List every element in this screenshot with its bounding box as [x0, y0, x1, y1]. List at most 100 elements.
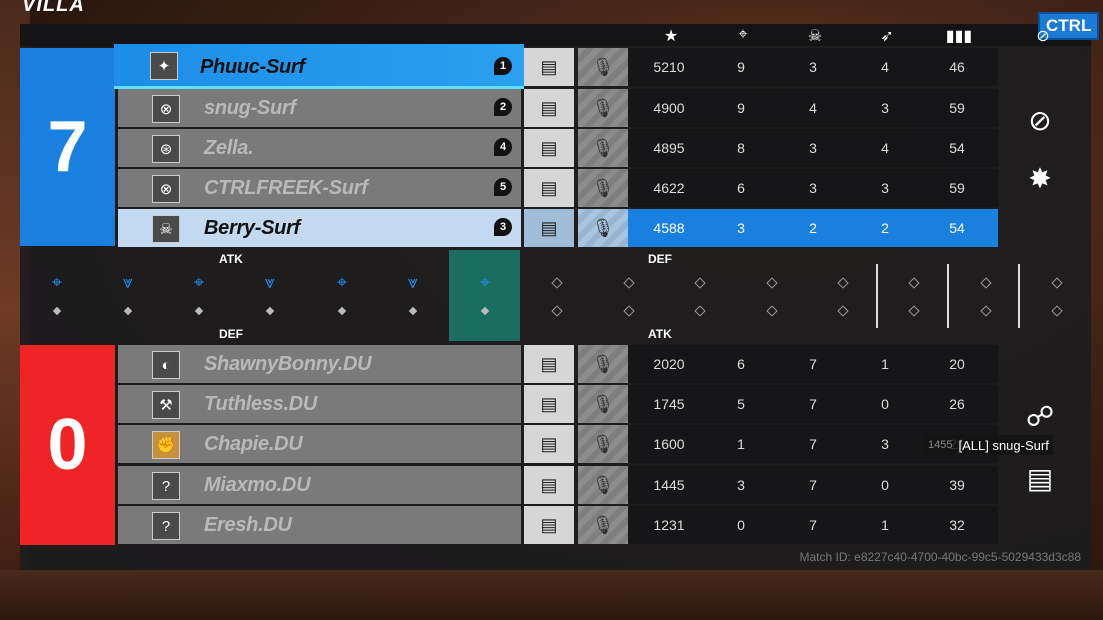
stat-kills: 3: [737, 477, 745, 493]
mic-muted-icon: 🎙: [591, 514, 615, 535]
chat-icon: ▤: [540, 353, 558, 374]
stat-assists: 0: [881, 477, 889, 493]
match-id: Match ID: e8227c40-4700-40bc-99c5-502943…: [799, 550, 1081, 564]
half-divider: [876, 264, 878, 328]
killfeed-message: 1455 [ALL] snug-Surf: [924, 435, 1053, 455]
stat-deaths: 4: [809, 100, 817, 116]
mute-button[interactable]: 🎙: [578, 385, 628, 423]
rank-badge: 1: [494, 57, 512, 75]
round-win-defuse-icon: ⩔: [122, 272, 134, 292]
stat-deaths: 7: [809, 436, 817, 452]
stat-score: 4588: [653, 220, 685, 236]
chat-button[interactable]: ▤: [524, 385, 574, 423]
player-name-cell: ☠ Berry-Surf 3: [118, 209, 521, 247]
future-round-marker: [908, 277, 920, 289]
operator-icon: ✊: [152, 431, 180, 459]
mic-muted-icon: 🎙: [591, 56, 615, 77]
stat-assists: 3: [881, 180, 889, 196]
stat-deaths: 7: [809, 356, 817, 372]
mute-button[interactable]: 🎙: [578, 345, 628, 383]
mute-button[interactable]: 🎙: [578, 48, 628, 86]
blue-player-row[interactable]: ⊗ CTRLFREEK-Surf 5 ▤ 🎙 4622 6 3 3 59: [118, 169, 998, 207]
chat-button[interactable]: ▤: [524, 48, 574, 86]
mute-button[interactable]: 🎙: [578, 506, 628, 544]
red-player-row[interactable]: ? Eresh.DU ▤ 🎙 1231 0 7 1 32: [118, 506, 998, 544]
player-stats: 1745 5 7 0 26: [628, 385, 998, 423]
overtime-divider: [947, 264, 949, 328]
round-loss-marker: [194, 306, 204, 316]
stat-kills: 9: [737, 59, 745, 75]
mic-muted-icon: 🎙: [591, 474, 615, 495]
stat-ping: 20: [949, 356, 965, 372]
stat-score: 4895: [653, 140, 685, 156]
chat-icon: ▤: [540, 474, 558, 495]
round-win-defuse-icon: ⩔: [407, 272, 419, 292]
chat-button[interactable]: ▤: [524, 345, 574, 383]
player-stats: 4622 6 3 3 59: [628, 169, 998, 207]
round-label-atk-bottom: ATK: [648, 327, 672, 341]
current-round-highlight: [449, 250, 520, 341]
chat-button[interactable]: ▤: [524, 89, 574, 127]
stat-ping: 46: [949, 59, 965, 75]
mute-button[interactable]: 🎙: [578, 129, 628, 167]
chat-button[interactable]: ▤: [524, 466, 574, 504]
red-player-row[interactable]: ◐ ShawnyBonny.DU ▤ 🎙 2020 6 7 1 20: [118, 345, 998, 383]
blue-player-row[interactable]: ⊗ snug-Surf 2 ▤ 🎙 4900 9 4 3 59: [118, 89, 998, 127]
stat-score: 1745: [653, 396, 685, 412]
future-round-marker: [623, 277, 635, 289]
chat-icon: ▤: [540, 56, 558, 77]
blue-player-row[interactable]: ✦ Phuuc-Surf 1 ▤ 🎙 5210 9 3 4 46: [114, 44, 998, 89]
stat-assists: 1: [881, 356, 889, 372]
blue-player-row-self[interactable]: ☠ Berry-Surf 3 ▤ 🎙 4588 3 2 2 54: [118, 209, 998, 247]
mic-muted-icon: 🎙: [591, 393, 615, 414]
player-name-cell: ⊛ Zella. 4: [118, 129, 521, 167]
mic-muted-icon: 🎙: [591, 353, 615, 374]
chat-button[interactable]: ▤: [524, 209, 574, 247]
stat-score: 5210: [653, 59, 685, 75]
chat-button[interactable]: ▤: [524, 425, 574, 463]
round-loss-marker: [52, 306, 62, 316]
mute-button[interactable]: 🎙: [578, 209, 628, 247]
kills-column-icon: ⌖: [738, 26, 748, 43]
mute-button[interactable]: 🎙: [578, 425, 628, 463]
player-name: snug-Surf: [204, 97, 296, 119]
player-name-cell: ✊ Chapie.DU: [118, 425, 521, 463]
stat-assists: 0: [881, 396, 889, 412]
player-name-cell: ? Eresh.DU: [118, 506, 521, 544]
mute-button[interactable]: 🎙: [578, 169, 628, 207]
round-win-elimination-icon: ⌖: [51, 272, 63, 292]
player-name: Berry-Surf: [204, 217, 300, 239]
chat-icon: ▤: [540, 393, 558, 414]
chat-button[interactable]: ▤: [524, 129, 574, 167]
operator-icon: ⚒: [152, 391, 180, 419]
mute-button[interactable]: 🎙: [578, 89, 628, 127]
chat-button[interactable]: ▤: [524, 169, 574, 207]
stat-deaths: 3: [809, 180, 817, 196]
mic-muted-icon: 🎙: [591, 97, 615, 118]
red-player-row[interactable]: ⚒ Tuthless.DU ▤ 🎙 1745 5 7 0 26: [118, 385, 998, 423]
player-name-cell: ? Miaxmo.DU: [118, 466, 521, 504]
blue-team-score: 7: [20, 48, 115, 246]
blue-player-row[interactable]: ⊛ Zella. 4 ▤ 🎙 4895 8 3 4 54: [118, 129, 998, 167]
player-stats: 4588 3 2 2 54: [628, 209, 998, 247]
future-round-marker: [551, 305, 563, 317]
stat-deaths: 7: [809, 396, 817, 412]
stat-ping: 59: [949, 100, 965, 116]
stat-score: 2020: [653, 356, 685, 372]
stat-kills: 5: [737, 396, 745, 412]
red-player-row[interactable]: ? Miaxmo.DU ▤ 🎙 1445 3 7 0 39: [118, 466, 998, 504]
ping-column-icon: ▮▮▮: [945, 28, 973, 45]
player-name-cell: ⚒ Tuthless.DU: [118, 385, 521, 423]
stat-assists: 3: [881, 100, 889, 116]
red-player-row[interactable]: ✊ Chapie.DU ▤ 🎙 1600 1 7 3 21: [118, 425, 998, 463]
future-round-marker: [694, 277, 706, 289]
chat-button[interactable]: ▤: [524, 506, 574, 544]
player-name-cell: ◐ ShawnyBonny.DU: [118, 345, 521, 383]
future-round-marker: [551, 277, 563, 289]
mute-button[interactable]: 🎙: [578, 466, 628, 504]
round-win-defuse-icon: ⩔: [264, 272, 276, 292]
round-loss-marker: [123, 306, 133, 316]
future-round-marker: [766, 277, 778, 289]
player-stats: 1445 3 7 0 39: [628, 466, 998, 504]
stat-deaths: 2: [809, 220, 817, 236]
